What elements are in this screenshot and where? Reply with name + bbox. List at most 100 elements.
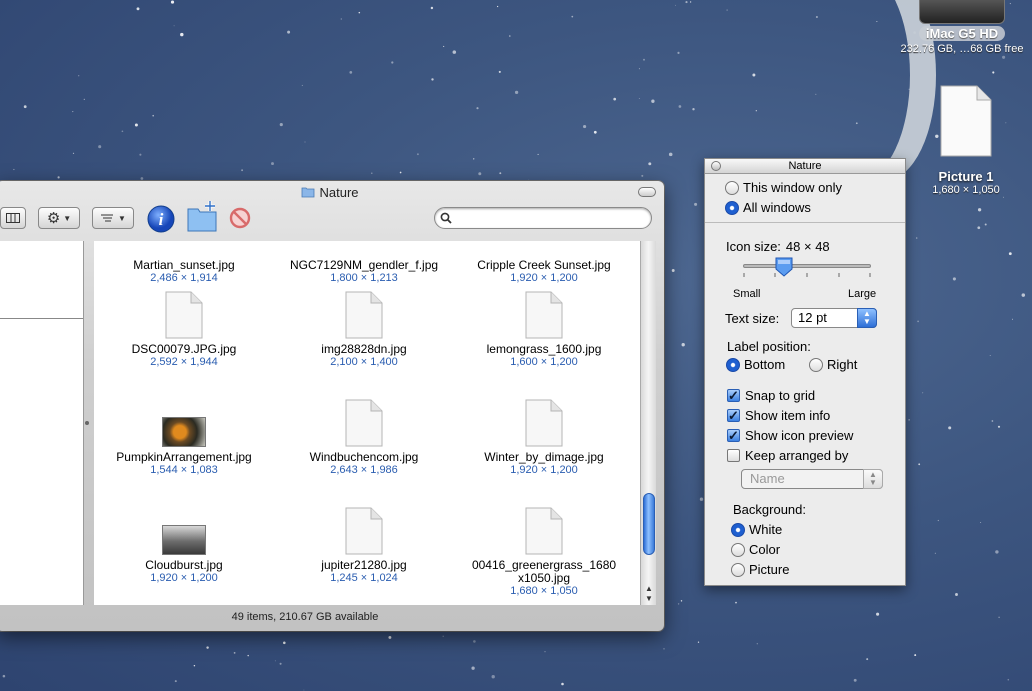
checkbox-keep-arranged-by[interactable]: Keep arranged by — [727, 448, 848, 463]
file-item[interactable]: DSC00079.JPG.jpg 2,592 × 1,944 — [94, 289, 274, 369]
scroll-down-arrow[interactable]: ▼ — [641, 593, 657, 605]
file-item[interactable]: jupiter21280.jpg 1,245 × 1,024 — [274, 505, 454, 585]
radio-indicator — [731, 542, 745, 557]
hard-drive-icon — [919, 0, 1005, 24]
desktop-icon-hard-drive[interactable]: iMac G5 HD 232.76 GB, …68 GB free — [892, 0, 1032, 55]
icon-size-slider-thumb[interactable] — [775, 257, 793, 277]
checkbox-show-icon-preview[interactable]: ✓ Show icon preview — [727, 428, 853, 443]
text-size-popup[interactable]: 12 pt ▲ ▼ — [791, 308, 877, 328]
radio-bg-color[interactable]: Color — [731, 542, 780, 557]
gear-icon: ⚙ — [46, 210, 61, 227]
file-icon — [274, 505, 454, 555]
picture-label: Picture 1 — [938, 169, 994, 184]
toolbar-toggle-button[interactable] — [638, 187, 656, 197]
delete-icon[interactable] — [229, 207, 251, 229]
title-bar[interactable]: Nature — [0, 181, 664, 203]
search-icon — [440, 212, 452, 224]
split-handle[interactable] — [85, 421, 89, 425]
radio-indicator — [809, 357, 823, 372]
radio-label: Right — [827, 357, 858, 372]
radio-bg-white[interactable]: White — [731, 522, 782, 537]
close-button[interactable] — [711, 161, 721, 171]
document-icon — [525, 507, 563, 555]
radio-all-windows[interactable]: All windows — [725, 200, 811, 215]
vertical-scrollbar[interactable]: ▲ ▼ — [640, 241, 656, 605]
file-icon — [274, 397, 454, 447]
radio-label-right[interactable]: Right — [809, 357, 857, 372]
radio-this-window-only[interactable]: This window only — [725, 180, 842, 195]
radio-indicator — [725, 180, 739, 195]
arrange-by-popup[interactable]: Name ▲ ▼ — [741, 469, 883, 489]
radio-indicator — [731, 562, 745, 577]
chevron-down-icon: ▼ — [118, 213, 126, 223]
background-heading: Background: — [733, 502, 806, 517]
get-info-icon[interactable]: i — [146, 204, 176, 234]
file-item[interactable]: Windbuchencom.jpg 2,643 × 1,986 — [274, 397, 454, 477]
file-dimensions: 1,920 × 1,200 — [510, 272, 578, 284]
popup-arrows-icon: ▲ ▼ — [857, 308, 877, 328]
slider-ticks — [743, 273, 871, 277]
scroll-thumb[interactable] — [643, 493, 655, 555]
file-icon — [454, 289, 634, 339]
sidebar[interactable] — [0, 241, 84, 605]
checkbox-show-item-info[interactable]: ✓ Show item info — [727, 408, 830, 423]
new-folder-icon[interactable] — [186, 199, 220, 233]
radio-label-bottom[interactable]: Bottom — [726, 357, 785, 372]
file-item[interactable]: PumpkinArrangement.jpg 1,544 × 1,083 — [94, 397, 274, 477]
file-icon — [454, 241, 634, 255]
column-view-button[interactable] — [0, 207, 26, 229]
file-dimensions: 1,920 × 1,200 — [150, 572, 218, 584]
file-item[interactable]: Winter_by_dimage.jpg 1,920 × 1,200 — [454, 397, 634, 477]
file-item[interactable]: Cripple Creek Sunset.jpg 1,920 × 1,200 — [454, 241, 634, 285]
window-title: Nature — [319, 184, 359, 200]
file-icon — [94, 505, 274, 555]
radio-indicator — [726, 357, 740, 372]
panel-title-bar[interactable]: Nature — [705, 159, 905, 174]
document-icon — [345, 399, 383, 447]
radio-label: Bottom — [744, 357, 786, 372]
slider-min-label: Small — [733, 288, 761, 300]
file-name: Windbuchencom.jpg — [309, 450, 419, 464]
file-dimensions: 1,245 × 1,024 — [330, 572, 398, 584]
file-icon-grid: Martian_sunset.jpg 2,486 × 1,914 NGC7129NM… — [94, 241, 640, 605]
desktop-icon-picture[interactable]: Picture 1 1,680 × 1,050 — [920, 84, 1012, 196]
text-size-row: Text size: — [725, 311, 779, 326]
file-dimensions: 1,544 × 1,083 — [150, 464, 218, 476]
document-icon — [940, 85, 992, 157]
checkbox-label: Show icon preview — [745, 428, 854, 443]
file-name: jupiter21280.jpg — [321, 558, 407, 572]
radio-bg-picture[interactable]: Picture — [731, 562, 789, 577]
file-item[interactable]: Martian_sunset.jpg 2,486 × 1,914 — [94, 241, 274, 285]
arrange-menu-button[interactable]: ▼ — [92, 207, 134, 229]
icon-size-label: Icon size: — [726, 239, 781, 254]
file-item[interactable]: NGC7129NM_gendler_f.jpg 1,800 × 1,213 — [274, 241, 454, 285]
file-dimensions: 2,643 × 1,986 — [330, 464, 398, 476]
file-dimensions: 1,680 × 1,050 — [510, 585, 578, 597]
background-label: Background: — [733, 502, 806, 517]
file-item[interactable]: 00416_greenergrass_1680 x1050.jpg 1,680 × … — [454, 505, 634, 598]
file-item[interactable]: img28828dn.jpg 2,100 × 1,400 — [274, 289, 454, 369]
sidebar-divider — [0, 318, 83, 319]
checkbox-label: Keep arranged by — [745, 448, 849, 463]
file-dimensions: 1,800 × 1,213 — [330, 272, 398, 284]
columns-icon — [6, 213, 20, 223]
file-item[interactable]: lemongrass_1600.jpg 1,600 × 1,200 — [454, 289, 634, 369]
file-name: NGC7129NM_gendler_f.jpg — [289, 258, 439, 272]
file-item[interactable]: Cloudburst.jpg 1,920 × 1,200 — [94, 505, 274, 585]
file-dimensions: 2,592 × 1,944 — [150, 356, 218, 368]
icon-size-slider-track[interactable] — [743, 264, 871, 268]
panel-title: Nature — [788, 160, 822, 172]
chevron-down-icon: ▼ — [63, 213, 72, 223]
hard-drive-info: 232.76 GB, …68 GB free — [900, 43, 1024, 55]
radio-indicator — [725, 200, 739, 215]
file-name: Martian_sunset.jpg — [133, 258, 235, 272]
search-input[interactable] — [434, 207, 652, 229]
file-icon — [94, 241, 274, 255]
document-icon — [345, 507, 383, 555]
icon-size-value: 48 × 48 — [785, 239, 830, 254]
radio-label: White — [749, 522, 783, 537]
file-icon — [454, 505, 634, 555]
document-icon — [525, 291, 563, 339]
action-menu-button[interactable]: ⚙ ▼ — [38, 207, 80, 229]
checkbox-snap-to-grid[interactable]: ✓ Snap to grid — [727, 388, 815, 403]
